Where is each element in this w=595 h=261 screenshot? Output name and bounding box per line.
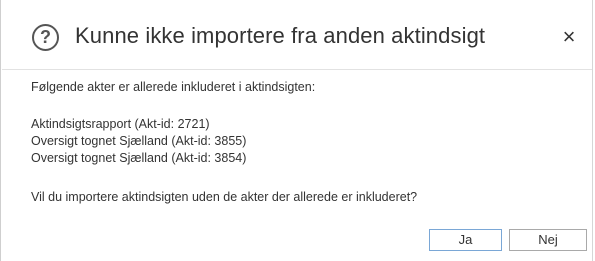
list-item: Oversigt tognet Sjælland (Akt-id: 3855) [31,134,247,148]
close-button[interactable]: × [558,26,580,48]
yes-button[interactable]: Ja [429,229,502,251]
no-button[interactable]: Nej [509,229,587,251]
confirmation-question: Vil du importere aktindsigten uden de ak… [31,190,418,204]
included-documents-list: Aktindsigtsrapport (Akt-id: 2721) Oversi… [31,116,246,167]
dialog-title-bar: ? Kunne ikke importere fra anden aktinds… [1,0,592,68]
dialog-title: Kunne ikke importere fra anden aktindsig… [75,23,486,48]
intro-text: Følgende akter er allerede inkluderet i … [31,80,316,94]
title-divider [2,69,592,70]
question-circle-icon: ? [32,24,59,51]
import-error-dialog: ? Kunne ikke importere fra anden aktinds… [0,0,593,261]
list-item: Oversigt tognet Sjælland (Akt-id: 3854) [31,151,247,165]
list-item: Aktindsigtsrapport (Akt-id: 2721) [31,117,210,131]
